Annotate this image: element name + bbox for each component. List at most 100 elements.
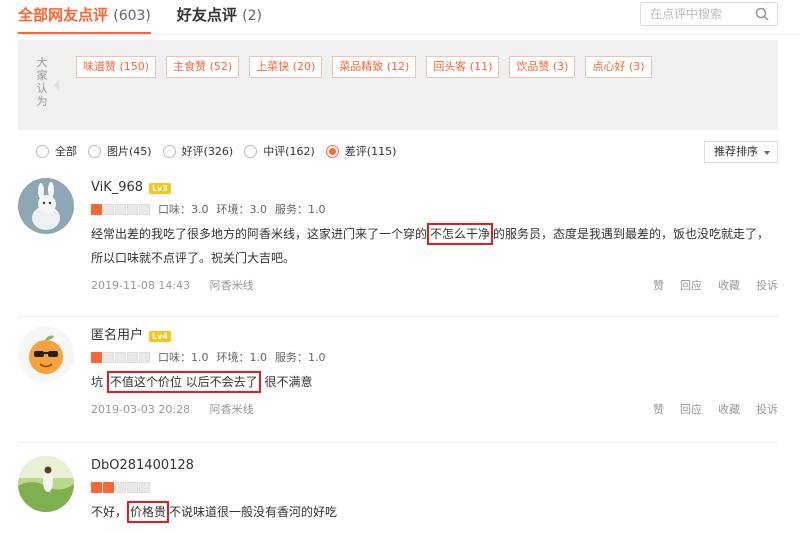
panel-arrow-icon	[54, 80, 59, 90]
search-icon[interactable]	[755, 7, 769, 21]
level-badge: Lv3	[149, 182, 171, 194]
reply-button[interactable]: 回应	[680, 400, 702, 420]
filter-negative[interactable]: 差评(115)	[325, 143, 397, 159]
tab-all-reviews[interactable]: 全部网友点评 (603)	[18, 0, 151, 34]
tag-chip[interactable]: 饮品赞 (3)	[509, 56, 576, 78]
sort-dropdown[interactable]: 推荐排序	[704, 141, 778, 163]
review-body: ViK_968 Lv3 口味：3.0 环境：3.0 服务：1.0 经常出差的我吃…	[91, 178, 778, 296]
review-text: 坑 不值这个价位 以后不会去了 很不满意	[91, 370, 778, 394]
tag-chip[interactable]: 菜品精致 (12)	[332, 56, 417, 78]
review-divider	[18, 442, 778, 443]
tab-underline	[18, 34, 800, 35]
search-input[interactable]	[641, 3, 751, 25]
review-text-part: 很不满意	[260, 375, 313, 389]
review-meta: 2019-03-03 20:28 阿香米线 赞 回应 收藏 投诉	[91, 400, 778, 420]
star-icon	[91, 481, 102, 493]
review-date: 2019-11-08 14:43	[91, 279, 191, 292]
star-icon	[91, 203, 102, 215]
review-tabs: 全部网友点评 (603) 好友点评 (2)	[18, 0, 262, 34]
review-date: 2019-03-03 20:28	[91, 403, 191, 416]
radio-icon	[244, 144, 258, 158]
highlighted-phrase: 不值这个价位 以后不会去了	[106, 371, 261, 393]
tag-chip[interactable]: 回头客 (11)	[426, 56, 500, 78]
review-actions: 赞 回应 收藏 投诉	[653, 400, 778, 420]
review-user: ViK_968 Lv3	[91, 178, 778, 198]
like-button[interactable]: 赞	[653, 400, 664, 420]
avatar[interactable]	[18, 326, 74, 382]
tab-label: 全部网友点评	[18, 6, 109, 24]
star-icon	[115, 481, 126, 493]
star-icon	[139, 203, 150, 215]
review-user: DbO281400128	[91, 456, 778, 476]
nature-photo-avatar-icon	[18, 456, 74, 512]
filter-positive[interactable]: 好评(326)	[162, 143, 234, 159]
filter-all[interactable]: 全部	[36, 143, 77, 159]
like-button[interactable]: 赞	[653, 276, 664, 296]
review-filters: 全部 图片(45) 好评(326) 中评(162) 差评(115)	[36, 143, 396, 159]
review-search	[640, 2, 778, 26]
favorite-button[interactable]: 收藏	[718, 400, 740, 420]
orange-sunglasses-avatar-icon	[18, 326, 74, 382]
tag-list: 味道赞 (150) 主食赞 (52) 上菜快 (20) 菜品精致 (12) 回头…	[76, 56, 652, 78]
review-user: 匿名用户 Lv4	[91, 326, 778, 346]
shop-name[interactable]: 阿香米线	[210, 279, 254, 292]
star-icon	[127, 203, 138, 215]
radio-icon	[162, 144, 176, 158]
shop-name[interactable]: 阿香米线	[210, 403, 254, 416]
level-badge: Lv4	[149, 330, 171, 342]
tab-count: (603)	[113, 8, 151, 24]
sort-label: 推荐排序	[714, 145, 758, 158]
star-icon	[127, 481, 138, 493]
review-text: 不好， 价格贵 不说味道很一般没有香河的好吃	[91, 500, 778, 524]
star-icon	[139, 481, 150, 493]
filter-label: 差评(115)	[344, 145, 397, 158]
tag-chip[interactable]: 味道赞 (150)	[76, 56, 157, 78]
tag-chip[interactable]: 点心好 (3)	[585, 56, 652, 78]
filter-label: 全部	[55, 145, 77, 158]
avatar[interactable]	[18, 456, 74, 512]
tab-count: (2)	[242, 8, 262, 24]
sub-scores: 口味：3.0 环境：3.0 服务：1.0	[158, 201, 326, 217]
filter-label: 图片(45)	[107, 145, 152, 158]
review-meta: 2019-11-08 14:43 阿香米线 赞 回应 收藏 投诉	[91, 276, 778, 296]
score-service: 服务：1.0	[275, 351, 326, 364]
tag-chip[interactable]: 上菜快 (20)	[249, 56, 323, 78]
radio-icon	[88, 144, 101, 158]
reply-button[interactable]: 回应	[680, 276, 702, 296]
star-icon	[139, 351, 150, 363]
report-button[interactable]: 投诉	[756, 276, 778, 296]
review-text: 经常出差的我吃了很多地方的阿香米线，这家进门来了一个穿的 不怎么干净 的服务员，态度…	[91, 222, 778, 270]
review-item: DbO281400128 不好， 价格贵 不说味道很一般没有香河的好吃	[18, 456, 778, 533]
score-service: 服务：1.0	[275, 203, 326, 216]
review-text-part: 不好，	[91, 505, 128, 519]
review-actions: 赞 回应 收藏 投诉	[653, 276, 778, 296]
review-body: DbO281400128 不好， 价格贵 不说味道很一般没有香河的好吃	[91, 456, 778, 524]
star-icon	[115, 203, 126, 215]
avatar[interactable]	[18, 178, 74, 234]
rabbit-photo-icon	[18, 178, 74, 234]
review-divider	[18, 316, 778, 317]
filter-label: 好评(326)	[181, 145, 234, 158]
highlighted-phrase: 价格贵	[127, 501, 170, 523]
username-link[interactable]: DbO281400128	[91, 456, 194, 476]
star-icon	[115, 351, 126, 363]
score-taste: 口味：1.0	[158, 351, 209, 364]
report-button[interactable]: 投诉	[756, 400, 778, 420]
username-link[interactable]: 匿名用户	[91, 326, 143, 346]
review-rating: 口味：1.0 环境：1.0 服务：1.0	[91, 346, 778, 368]
star-icon	[103, 351, 114, 363]
star-icon	[103, 203, 114, 215]
score-environment: 环境：3.0	[216, 203, 268, 216]
tag-chip[interactable]: 主食赞 (52)	[166, 56, 240, 78]
tab-friend-reviews[interactable]: 好友点评 (2)	[177, 0, 262, 34]
highlighted-phrase: 不怎么干净	[427, 223, 494, 245]
favorite-button[interactable]: 收藏	[718, 276, 740, 296]
username-link[interactable]: ViK_968	[91, 178, 143, 198]
star-rating	[91, 481, 150, 493]
tag-panel: 大家认为 味道赞 (150) 主食赞 (52) 上菜快 (20) 菜品精致 (1…	[18, 40, 778, 130]
filter-neutral[interactable]: 中评(162)	[244, 143, 315, 159]
score-environment: 环境：1.0	[216, 351, 268, 364]
caret-down-icon	[764, 151, 770, 155]
filter-photos[interactable]: 图片(45)	[88, 143, 152, 159]
sub-scores: 口味：1.0 环境：1.0 服务：1.0	[158, 349, 326, 365]
